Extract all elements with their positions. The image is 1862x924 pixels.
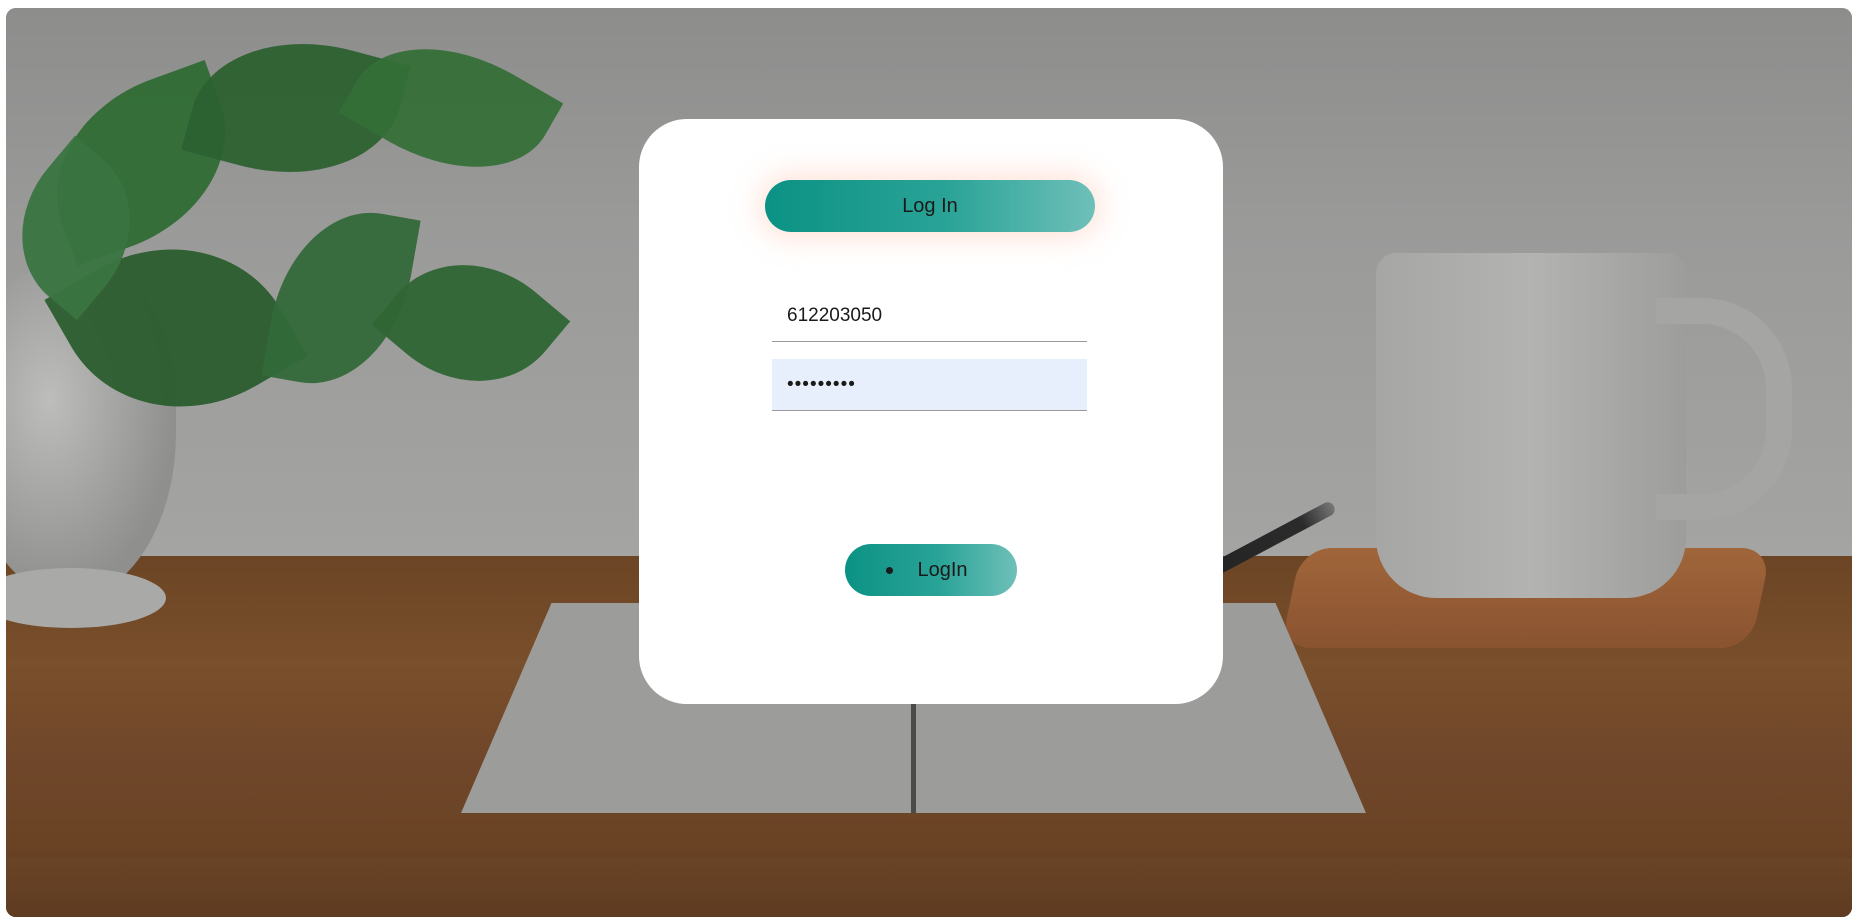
background-desk-edge [6,858,1852,917]
login-card: Log In LogIn [639,119,1223,704]
bullet-icon [886,566,894,574]
login-button-label: LogIn [917,558,968,581]
password-input[interactable] [772,359,1087,411]
background-mug [1376,253,1686,598]
login-button[interactable]: LogIn [845,544,1017,596]
login-title: Log In [765,180,1095,232]
background-mug-handle [1656,298,1792,520]
username-input[interactable] [772,290,1087,342]
